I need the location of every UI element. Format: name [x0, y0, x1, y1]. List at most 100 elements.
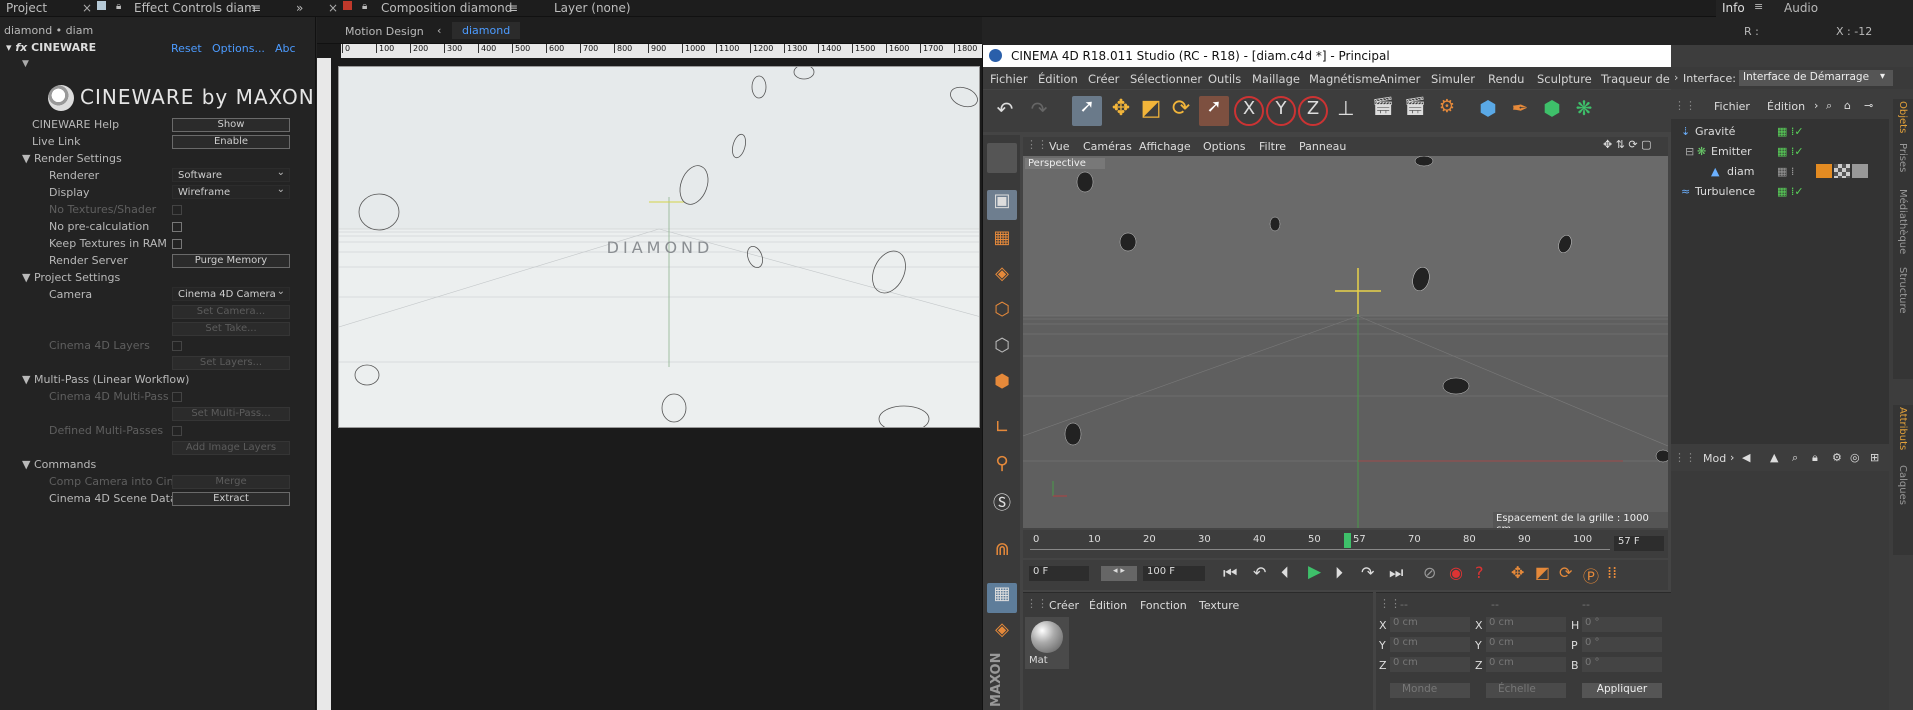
search-icon[interactable]: ⌕ [1826, 99, 1832, 113]
magnet-icon[interactable]: ⋒ [987, 539, 1017, 569]
tab-info[interactable]: Info [1722, 1, 1745, 15]
navigation-icons[interactable]: ✥ ⇅ ⟳ ▢ [1603, 138, 1652, 151]
set-multipass-button[interactable]: Set Multi-Pass... [172, 407, 290, 421]
subdivision-icon[interactable]: ⬢ [1537, 96, 1567, 126]
interface-select[interactable]: Interface de Démarrage [1739, 70, 1893, 86]
tab-diamond[interactable]: diamond [452, 22, 521, 39]
rotation-b-field[interactable]: 0 ° [1582, 657, 1662, 672]
view-menu-panneau[interactable]: Panneau [1299, 140, 1346, 153]
view-menu-filtre[interactable]: Filtre [1259, 140, 1286, 153]
c4d-multipass-checkbox[interactable] [172, 392, 182, 402]
settings-icon[interactable]: ⚙ [1832, 451, 1842, 464]
menu-fichier[interactable]: Fichier [990, 72, 1028, 86]
tweak-mode-icon[interactable]: ⚲ [987, 453, 1017, 483]
no-textures-checkbox[interactable] [172, 205, 182, 215]
size-y-field[interactable]: 0 cm [1486, 637, 1566, 652]
side-tab-objets[interactable]: Objets [1897, 101, 1908, 133]
no-precalc-checkbox[interactable] [172, 222, 182, 232]
camera-select[interactable]: Cinema 4D Camera [172, 285, 290, 301]
rotate-tool-icon[interactable]: ⟳ [1166, 96, 1196, 126]
tab-motion-design[interactable]: Motion Design [345, 25, 424, 38]
playhead[interactable] [1344, 533, 1351, 548]
snap-icon[interactable]: Ⓢ [987, 489, 1017, 519]
end-frame-field[interactable]: 100 F [1143, 566, 1205, 581]
enable-live-link-button[interactable]: Enable [172, 135, 290, 149]
view-menu-cameras[interactable]: Caméras [1083, 140, 1132, 153]
tab-effect-controls[interactable]: Effect Controls diam [134, 1, 256, 15]
coord-scale-select[interactable]: Échelle [1486, 683, 1566, 698]
view-mode-icon[interactable] [987, 143, 1017, 173]
apply-button[interactable]: Appliquer [1582, 683, 1662, 698]
side-tab-mediatheque[interactable]: Médiathèque [1897, 189, 1908, 254]
enabled-check-icon[interactable]: ▦ ⁞✓ [1777, 145, 1804, 158]
material-swatch[interactable]: Mat [1025, 617, 1069, 669]
object-row[interactable]: ⇣ Gravité ▦ ⁞✓ [1671, 123, 1889, 141]
object-name[interactable]: Turbulence [1695, 185, 1755, 198]
y-axis-icon[interactable]: Y [1266, 96, 1296, 126]
menu-maillage[interactable]: Maillage [1252, 72, 1300, 86]
chevron-right-icon[interactable]: › [1814, 99, 1818, 112]
goto-end-icon[interactable]: ⏭ [1389, 563, 1403, 583]
material-menu-texture[interactable]: Texture [1199, 599, 1239, 612]
set-camera-button[interactable]: Set Camera... [172, 305, 290, 319]
position-z-field[interactable]: 0 cm [1390, 657, 1470, 672]
cloner-icon[interactable]: ❋ [1569, 96, 1599, 126]
record-keys-icon[interactable]: ⊘ [1423, 563, 1436, 582]
timeline[interactable]: 0 10 20 30 40 50 57 70 80 90 100 57 F [1023, 530, 1668, 558]
collapse-icon[interactable]: ▼ [22, 59, 29, 69]
extract-button[interactable]: Extract [172, 492, 290, 506]
panel-menu-icon[interactable]: ≡ [508, 1, 518, 15]
chevron-down-icon[interactable]: ▾ [1880, 71, 1885, 82]
enabled-check-icon[interactable]: ▦ ⁞✓ [1777, 185, 1804, 198]
menu-edition[interactable]: Édition [1038, 72, 1078, 86]
menu-animer[interactable]: Animer [1379, 72, 1420, 86]
menu-selectionner[interactable]: Sélectionner [1130, 72, 1202, 86]
lock-icon[interactable]: 🔒︎ [362, 1, 367, 12]
menu-outils[interactable]: Outils [1208, 72, 1241, 86]
view-menu-affichage[interactable]: Affichage [1139, 140, 1191, 153]
render-settings-group[interactable]: ▼ Render Settings [22, 152, 122, 165]
position-y-field[interactable]: 0 cm [1390, 637, 1470, 652]
menu-creer[interactable]: Créer [1088, 72, 1119, 86]
tab-project[interactable]: Project [6, 1, 47, 15]
prev-frame-icon[interactable]: ⏴ [1281, 563, 1289, 583]
timeline-ruler[interactable]: 0 10 20 30 40 50 57 70 80 90 100 [1030, 533, 1610, 550]
grip-icon[interactable]: ⋮⋮ [1674, 451, 1696, 464]
panel-menu-icon[interactable]: ≡ [251, 1, 261, 15]
redo-icon[interactable]: ↷ [1024, 97, 1054, 127]
coord-space-select[interactable]: Monde [1390, 683, 1470, 698]
texture-tag-icon[interactable] [1834, 164, 1850, 178]
undo-icon[interactable]: ↶ [990, 97, 1020, 127]
prev-key-icon[interactable]: ↶ [1253, 563, 1266, 582]
new-panel-icon[interactable]: ⊞ [1870, 451, 1879, 464]
menu-simuler[interactable]: Simuler [1431, 72, 1475, 86]
grip-icon[interactable]: ⋮⋮ [1379, 597, 1401, 610]
lock-icon[interactable]: 🔒︎ [116, 1, 121, 12]
object-row[interactable]: ⊟ ❋ Emitter ▦ ⁞✓ [1671, 143, 1889, 161]
planar-workplane-icon[interactable]: ◈ [987, 619, 1017, 649]
polygons-mode-icon[interactable]: ⬢ [987, 371, 1017, 401]
material-menu-edition[interactable]: Édition [1089, 599, 1127, 612]
objects-menu-fichier[interactable]: Fichier [1714, 100, 1750, 113]
merge-button[interactable]: Merge [172, 475, 290, 489]
start-frame-field[interactable]: 0 F [1029, 566, 1089, 581]
rotation-h-field[interactable]: 0 ° [1582, 617, 1662, 632]
live-select-icon[interactable]: ➚ [1199, 96, 1229, 126]
commands-group[interactable]: ▼ Commands [22, 458, 96, 471]
enabled-check-icon[interactable]: ▦ ⁞✓ [1777, 125, 1804, 138]
object-name[interactable]: diam [1727, 165, 1755, 178]
close-icon[interactable]: × [328, 1, 338, 15]
side-tab-structure[interactable]: Structure [1897, 267, 1908, 314]
set-layers-button[interactable]: Set Layers... [172, 356, 290, 370]
rotation-p-field[interactable]: 0 ° [1582, 637, 1662, 652]
tree-expand-icon[interactable]: ⊟ [1685, 145, 1694, 158]
defined-multipasses-checkbox[interactable] [172, 426, 182, 436]
menu-traqueur[interactable]: Traqueur de [1601, 72, 1670, 86]
key-param-icon[interactable]: Ⓟ [1583, 563, 1599, 587]
position-x-field[interactable]: 0 cm [1390, 617, 1470, 632]
attributes-mode[interactable]: Mod [1703, 452, 1726, 465]
render-view-icon[interactable]: 🎬︎ [1368, 96, 1398, 126]
panel-menu-icon[interactable]: ≡ [1754, 0, 1763, 13]
tab-composition[interactable]: Composition diamond [381, 1, 512, 15]
menu-sculpture[interactable]: Sculpture [1537, 72, 1592, 86]
